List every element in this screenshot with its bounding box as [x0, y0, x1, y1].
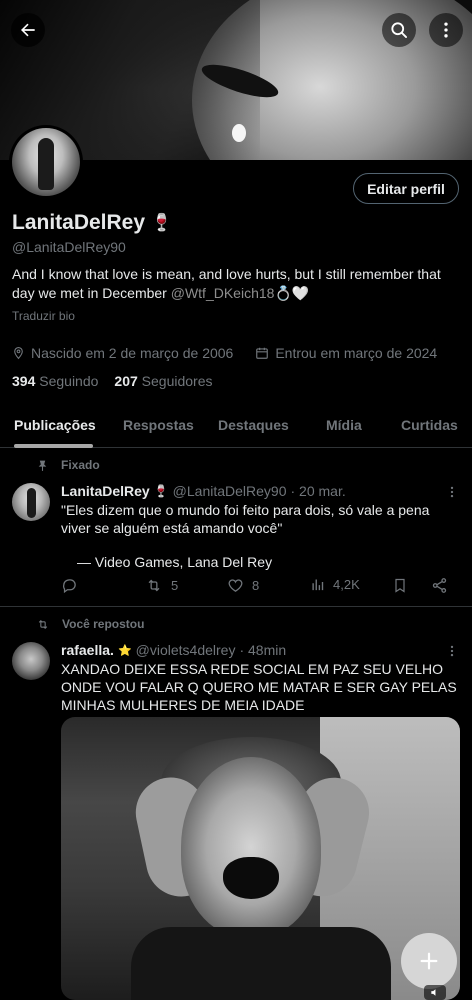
wine-glass-emoji: 🍷 — [153, 484, 169, 498]
translate-bio-link[interactable]: Traduzir bio — [12, 309, 75, 323]
star-emoji: ⭐ — [117, 644, 132, 657]
vertical-dots-icon — [444, 22, 448, 38]
post-time: · 20 mar. — [290, 483, 346, 499]
bio-mention-link[interactable]: @Wtf_DKeich18 — [171, 285, 275, 301]
post-quote-text: "Eles dizem que o mundo foi feito para d… — [61, 502, 430, 536]
plus-icon — [420, 952, 438, 970]
reply-button[interactable] — [61, 577, 78, 594]
search-button[interactable] — [382, 13, 416, 47]
bookmark-icon — [395, 578, 405, 593]
like-button[interactable]: 8 — [227, 577, 259, 594]
edit-profile-button[interactable]: Editar perfil — [353, 173, 459, 204]
following-label: Seguindo — [39, 373, 99, 389]
profile-bio: And I know that love is mean, and love h… — [12, 265, 458, 303]
repost-button[interactable]: 5 — [145, 577, 178, 594]
banner-image-tear — [232, 124, 246, 142]
pinned-label: Fixado — [36, 458, 100, 472]
profile-handle: @LanitaDelRey90 — [12, 239, 126, 255]
following-count: 394 — [12, 373, 36, 389]
pin-icon — [38, 460, 47, 471]
pinned-text: Fixado — [61, 458, 100, 472]
repost-count: 5 — [171, 578, 179, 593]
joined-date: Entrou em março de 2024 — [275, 345, 438, 361]
profile-meta: Nascido em 2 de março de 2006 Entrou em … — [12, 345, 437, 361]
speaker-icon — [431, 989, 436, 996]
profile-avatar[interactable] — [9, 125, 83, 199]
post-divider — [0, 606, 472, 607]
reply-icon — [63, 579, 76, 594]
post-author-avatar[interactable] — [12, 642, 50, 680]
post-header: rafaella. ⭐ @violets4delrey · 48min — [61, 642, 286, 658]
followers-link[interactable]: 207 Seguidores — [114, 373, 212, 389]
post-author-handle: @LanitaDelRey90 — [172, 483, 287, 499]
calendar-icon — [256, 347, 269, 359]
tab-respostas[interactable]: Respostas — [123, 417, 194, 433]
followers-label: Seguidores — [141, 373, 213, 389]
wine-glass-emoji: 🍷 — [151, 213, 173, 232]
heart-icon — [228, 579, 243, 592]
bookmark-button[interactable] — [392, 577, 408, 594]
post-author-handle: @violets4delrey — [135, 642, 236, 658]
share-button[interactable] — [431, 577, 448, 594]
like-count: 8 — [252, 578, 260, 593]
more-options-button[interactable] — [429, 13, 463, 47]
repost-icon — [38, 619, 48, 629]
avatar — [12, 128, 80, 196]
media-body — [131, 927, 391, 1000]
post-header: LanitaDelRey 🍷 @LanitaDelRey90 · 20 mar. — [61, 483, 346, 499]
post-actions: 5 8 4,2K — [61, 577, 453, 597]
back-button[interactable] — [11, 13, 45, 47]
display-name-text: LanitaDelRey — [12, 211, 146, 234]
bio-emoji: 💍🤍 — [274, 285, 310, 301]
media-face — [181, 757, 321, 937]
views-count: 4,2K — [333, 577, 360, 592]
views-button[interactable]: 4,2K — [310, 577, 360, 592]
share-icon — [432, 578, 447, 593]
post-body: "Eles dizem que o mundo foi feito para d… — [61, 501, 461, 571]
arrow-left-icon — [21, 23, 35, 37]
bar-chart-icon — [312, 579, 324, 591]
follow-stats: 394 Seguindo 207 Seguidores — [12, 373, 213, 389]
media-mouth — [223, 857, 279, 899]
search-icon — [391, 22, 407, 38]
post-more-icon[interactable] — [445, 485, 459, 499]
repost-context-text: Você repostou — [62, 617, 145, 631]
post-attribution: — Video Games, Lana Del Rey — [77, 554, 273, 570]
post-author-name[interactable]: rafaella. — [61, 642, 114, 658]
profile-display-name: LanitaDelRey 🍷 — [12, 211, 172, 235]
followers-count: 207 — [114, 373, 138, 389]
post-author-avatar[interactable] — [12, 483, 50, 521]
active-tab-indicator — [14, 444, 93, 448]
tab-curtidas[interactable]: Curtidas — [401, 417, 458, 433]
profile-tabs: Publicações Respostas Destaques Mídia Cu… — [0, 404, 472, 448]
post-body: XANDAO DEIXE ESSA REDE SOCIAL EM PAZ SEU… — [61, 661, 457, 713]
birth-date: Nascido em 2 de março de 2006 — [31, 345, 234, 361]
location-pin-icon — [14, 347, 23, 360]
repost-icon — [148, 579, 160, 592]
post-time: · 48min — [239, 642, 287, 658]
repost-context: Você repostou — [36, 617, 144, 631]
following-link[interactable]: 394 Seguindo — [12, 373, 98, 389]
post-author-name[interactable]: LanitaDelRey — [61, 483, 150, 499]
compose-button[interactable] — [401, 933, 457, 989]
tab-publicacoes[interactable]: Publicações — [14, 417, 96, 433]
mute-toggle[interactable] — [424, 985, 446, 1000]
tab-midia[interactable]: Mídia — [326, 417, 362, 433]
tab-destaques[interactable]: Destaques — [218, 417, 289, 433]
post-more-icon[interactable] — [445, 644, 459, 658]
